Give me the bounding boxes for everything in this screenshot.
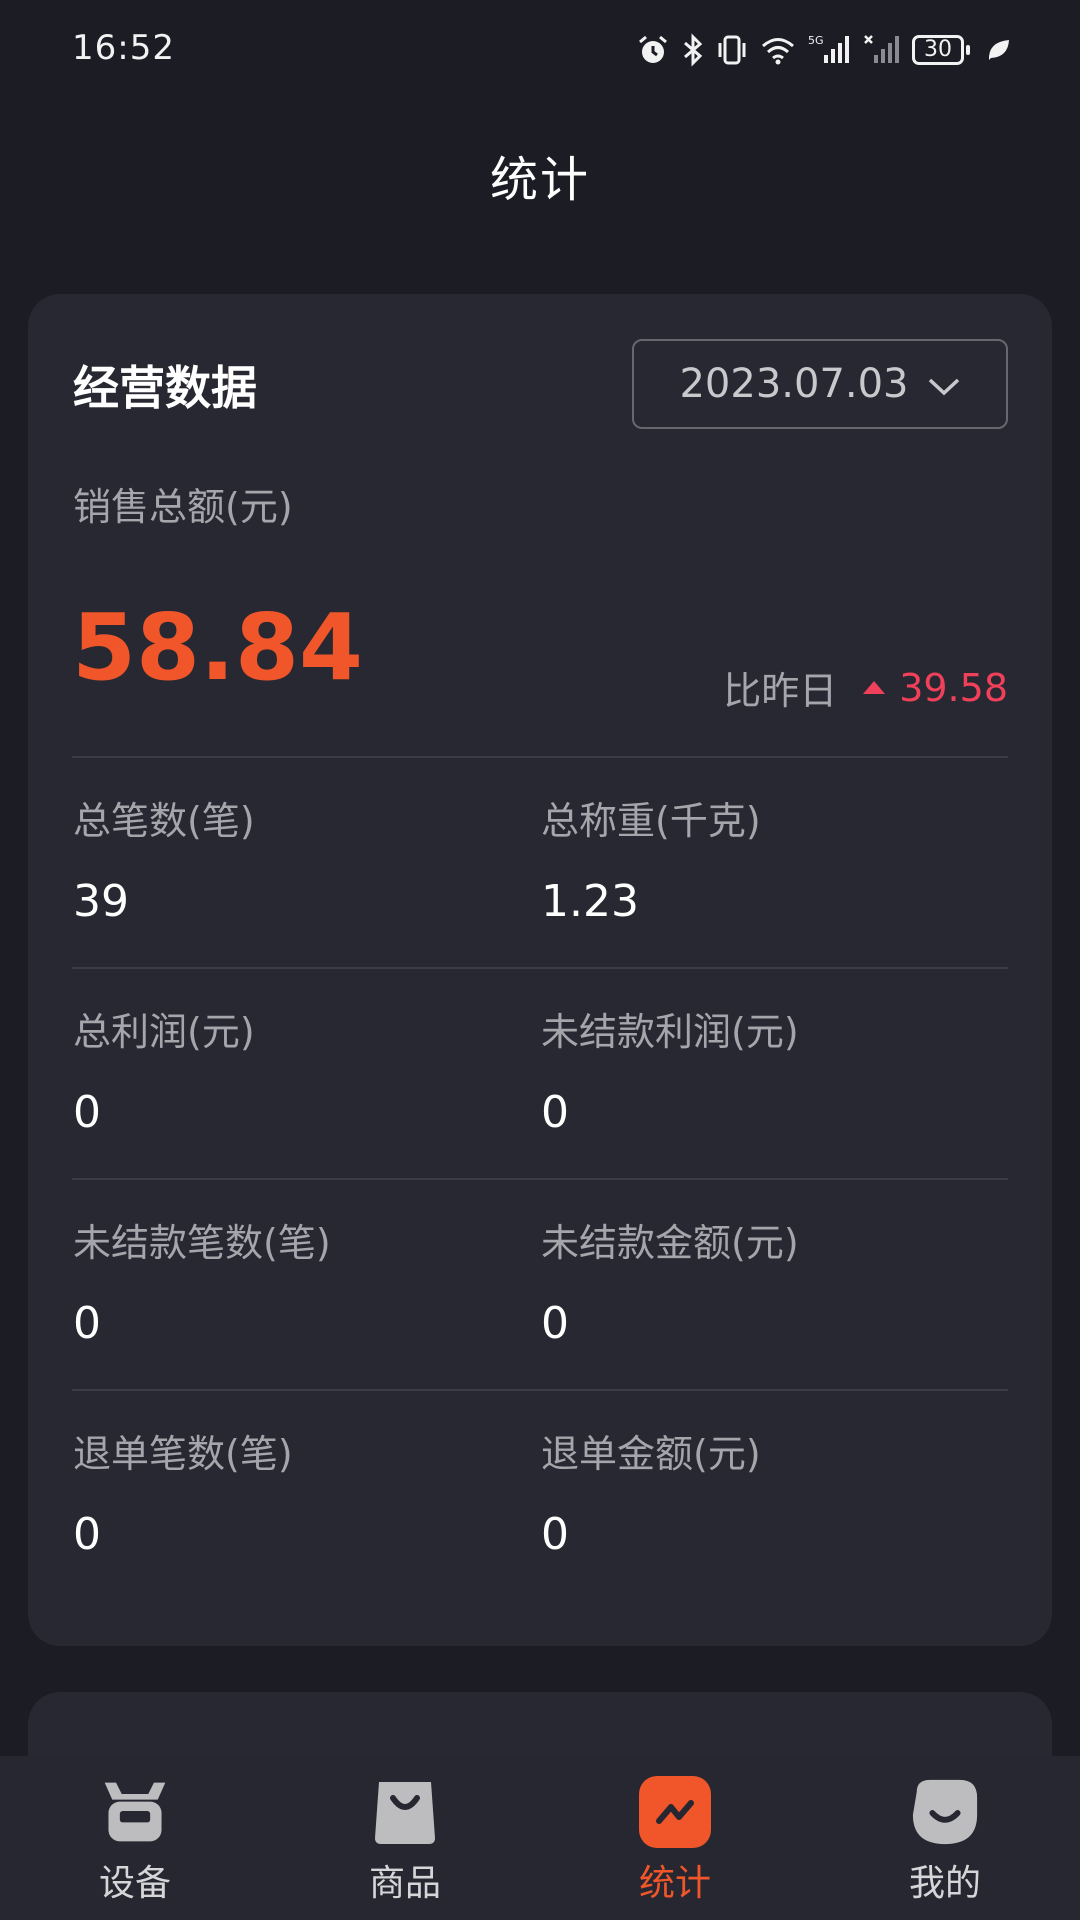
alarm-icon xyxy=(636,30,670,70)
stat-label-total-orders: 总笔数(笔) xyxy=(73,799,255,843)
business-data-card: 经营数据 2023.07.03 销售总额(元) 58.84 比昨日 39.58 … xyxy=(28,294,1052,1646)
divider xyxy=(72,756,1008,758)
vibrate-icon xyxy=(716,30,748,70)
chevron-down-icon xyxy=(927,361,961,407)
page-title: 统计 xyxy=(489,152,590,208)
stat-label-refund-amount: 退单金额(元) xyxy=(541,1432,761,1476)
battery-icon: 30 xyxy=(912,30,970,70)
card-title: 经营数据 xyxy=(73,361,257,415)
divider xyxy=(72,1178,1008,1180)
status-icons: 5G 30 xyxy=(636,30,1012,70)
stat-value-refund-orders: 0 xyxy=(73,1509,101,1560)
date-value: 2023.07.03 xyxy=(679,361,909,407)
compare-yesterday: 比昨日 39.58 xyxy=(723,660,1008,715)
divider xyxy=(72,967,1008,969)
nav-label-device: 设备 xyxy=(98,1863,171,1904)
signal-no-sim-icon xyxy=(864,30,900,70)
status-time: 16:52 xyxy=(72,28,175,68)
stat-label-unsettled-amount: 未结款金额(元) xyxy=(541,1221,799,1265)
stat-label-refund-orders: 退单笔数(笔) xyxy=(73,1432,293,1476)
nav-label-products: 商品 xyxy=(368,1863,441,1904)
sales-total-label: 销售总额(元) xyxy=(73,485,293,529)
nav-item-statistics[interactable]: 统计 xyxy=(540,1756,810,1920)
stat-value-total-weight: 1.23 xyxy=(541,876,639,927)
bluetooth-icon xyxy=(682,30,704,70)
nav-item-device[interactable]: 设备 xyxy=(0,1756,270,1920)
arrow-up-icon xyxy=(863,681,886,694)
stat-label-total-profit: 总利润(元) xyxy=(73,1010,255,1054)
svg-text:5G: 5G xyxy=(808,34,824,47)
compare-label: 比昨日 xyxy=(723,669,838,713)
stat-value-total-orders: 39 xyxy=(73,876,129,927)
nav-item-profile[interactable]: 我的 xyxy=(810,1756,1080,1920)
stat-value-unsettled-orders: 0 xyxy=(73,1298,101,1349)
stat-label-unsettled-orders: 未结款笔数(笔) xyxy=(73,1221,331,1265)
shopping-bag-icon xyxy=(369,1776,441,1848)
wifi-icon xyxy=(760,30,796,70)
sales-total-value: 58.84 xyxy=(72,594,364,701)
stat-value-total-profit: 0 xyxy=(73,1087,101,1138)
scale-device-icon xyxy=(99,1776,171,1848)
stat-label-unsettled-profit: 未结款利润(元) xyxy=(541,1010,799,1054)
nav-item-products[interactable]: 商品 xyxy=(270,1756,540,1920)
status-bar: 16:52 5G 30 xyxy=(0,0,1080,100)
signal-5g-icon: 5G xyxy=(808,30,852,70)
divider xyxy=(72,1389,1008,1391)
stat-value-unsettled-profit: 0 xyxy=(541,1087,569,1138)
stat-value-refund-amount: 0 xyxy=(541,1509,569,1560)
compare-value: 39.58 xyxy=(899,665,1008,710)
leaf-icon xyxy=(986,30,1012,70)
bottom-nav: 设备 商品 统计 我的 xyxy=(0,1756,1080,1920)
nav-label-profile: 我的 xyxy=(908,1863,981,1904)
smile-profile-icon xyxy=(909,1776,981,1848)
date-picker-button[interactable]: 2023.07.03 xyxy=(632,339,1008,429)
nav-label-statistics: 统计 xyxy=(638,1863,711,1904)
trend-chart-icon xyxy=(639,1776,711,1848)
stat-label-total-weight: 总称重(千克) xyxy=(541,799,761,843)
stat-value-unsettled-amount: 0 xyxy=(541,1298,569,1349)
